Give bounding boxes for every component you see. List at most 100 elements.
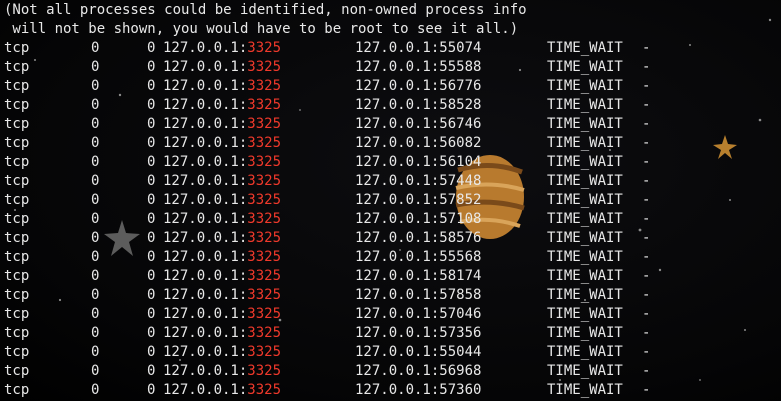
- terminal-window[interactable]: (Not all processes could be identified, …: [0, 0, 781, 401]
- proto-cell: tcp: [4, 173, 30, 189]
- pid-cell: -: [642, 173, 651, 189]
- foreign-address-cell: 127.0.0.1:58528: [355, 97, 482, 113]
- state-cell: TIME_WAIT: [547, 192, 623, 208]
- local-address-cell: 127.0.0.1:3325: [163, 58, 281, 77]
- proto-cell: tcp: [4, 382, 30, 398]
- send-q-cell: 0: [147, 287, 156, 303]
- foreign-address-cell: 127.0.0.1:55074: [355, 40, 482, 56]
- pid-cell: -: [642, 363, 651, 379]
- local-port-highlight: 3325: [247, 344, 282, 360]
- recv-q-cell: 0: [91, 363, 100, 379]
- local-port-highlight: 3325: [247, 192, 282, 208]
- local-ip: 127.0.0.1:: [163, 154, 248, 170]
- proto-cell: tcp: [4, 211, 30, 227]
- proto-cell: tcp: [4, 249, 30, 265]
- local-port-highlight: 3325: [247, 363, 282, 379]
- local-port-highlight: 3325: [247, 154, 282, 170]
- pid-cell: -: [642, 249, 651, 265]
- local-ip: 127.0.0.1:: [163, 306, 248, 322]
- table-row: tcp 0 0 127.0.0.1:56776 TIME_WAIT - 127.0.0.1:…: [0, 77, 781, 96]
- pid-cell: -: [642, 40, 651, 56]
- local-ip: 127.0.0.1:: [163, 325, 248, 341]
- local-port-highlight: 3325: [247, 40, 282, 56]
- proto-cell: tcp: [4, 344, 30, 360]
- proto-cell: tcp: [4, 306, 30, 322]
- state-cell: TIME_WAIT: [547, 78, 623, 94]
- recv-q-cell: 0: [91, 78, 100, 94]
- foreign-address-cell: 127.0.0.1:55588: [355, 59, 482, 75]
- table-row: tcp 0 0 127.0.0.1:55588 TIME_WAIT - 127.0.0.1:…: [0, 58, 781, 77]
- local-port-highlight: 3325: [247, 97, 282, 113]
- send-q-cell: 0: [147, 78, 156, 94]
- recv-q-cell: 0: [91, 154, 100, 170]
- local-ip: 127.0.0.1:: [163, 344, 248, 360]
- send-q-cell: 0: [147, 59, 156, 75]
- send-q-cell: 0: [147, 344, 156, 360]
- local-address-cell: 127.0.0.1:3325: [163, 381, 281, 400]
- local-port-highlight: 3325: [247, 211, 282, 227]
- foreign-address-cell: 127.0.0.1:58576: [355, 230, 482, 246]
- recv-q-cell: 0: [91, 287, 100, 303]
- send-q-cell: 0: [147, 325, 156, 341]
- local-ip: 127.0.0.1:: [163, 249, 248, 265]
- state-cell: TIME_WAIT: [547, 230, 623, 246]
- foreign-address-cell: 127.0.0.1:56082: [355, 135, 482, 151]
- local-port-highlight: 3325: [247, 268, 282, 284]
- send-q-cell: 0: [147, 363, 156, 379]
- local-port-highlight: 3325: [247, 135, 282, 151]
- local-address-cell: 127.0.0.1:3325: [163, 115, 281, 134]
- proto-cell: tcp: [4, 116, 30, 132]
- foreign-address-cell: 127.0.0.1:57356: [355, 325, 482, 341]
- state-cell: TIME_WAIT: [547, 268, 623, 284]
- recv-q-cell: 0: [91, 268, 100, 284]
- pid-cell: -: [642, 192, 651, 208]
- table-row: tcp 0 0 127.0.0.1:56082 TIME_WAIT - 127.0.0.1:…: [0, 134, 781, 153]
- local-ip: 127.0.0.1:: [163, 287, 248, 303]
- pid-cell: -: [642, 268, 651, 284]
- local-port-highlight: 3325: [247, 306, 282, 322]
- send-q-cell: 0: [147, 268, 156, 284]
- recv-q-cell: 0: [91, 40, 100, 56]
- send-q-cell: 0: [147, 154, 156, 170]
- local-ip: 127.0.0.1:: [163, 59, 248, 75]
- local-port-highlight: 3325: [247, 249, 282, 265]
- local-ip: 127.0.0.1:: [163, 211, 248, 227]
- state-cell: TIME_WAIT: [547, 59, 623, 75]
- pid-cell: -: [642, 287, 651, 303]
- state-cell: TIME_WAIT: [547, 287, 623, 303]
- foreign-address-cell: 127.0.0.1:57046: [355, 306, 482, 322]
- foreign-address-cell: 127.0.0.1:55044: [355, 344, 482, 360]
- proto-cell: tcp: [4, 230, 30, 246]
- proto-cell: tcp: [4, 192, 30, 208]
- foreign-address-cell: 127.0.0.1:56746: [355, 116, 482, 132]
- table-row: tcp 0 0 127.0.0.1:57448 TIME_WAIT - 127.0.0.1:…: [0, 172, 781, 191]
- local-address-cell: 127.0.0.1:3325: [163, 39, 281, 58]
- pid-cell: -: [642, 78, 651, 94]
- table-row: tcp 0 0 127.0.0.1:58528 TIME_WAIT - 127.0.0.1:…: [0, 96, 781, 115]
- proto-cell: tcp: [4, 40, 30, 56]
- pid-cell: -: [642, 344, 651, 360]
- state-cell: TIME_WAIT: [547, 363, 623, 379]
- pid-cell: -: [642, 382, 651, 398]
- foreign-address-cell: 127.0.0.1:57852: [355, 192, 482, 208]
- send-q-cell: 0: [147, 249, 156, 265]
- local-ip: 127.0.0.1:: [163, 268, 248, 284]
- local-ip: 127.0.0.1:: [163, 40, 248, 56]
- send-q-cell: 0: [147, 135, 156, 151]
- terminal-output: (Not all processes could be identified, …: [0, 0, 781, 400]
- local-address-cell: 127.0.0.1:3325: [163, 343, 281, 362]
- local-port-highlight: 3325: [247, 173, 282, 189]
- foreign-address-cell: 127.0.0.1:57108: [355, 211, 482, 227]
- proto-cell: tcp: [4, 78, 30, 94]
- recv-q-cell: 0: [91, 382, 100, 398]
- recv-q-cell: 0: [91, 173, 100, 189]
- table-row: tcp 0 0 127.0.0.1:58576 TIME_WAIT - 127.0.0.1:…: [0, 229, 781, 248]
- foreign-address-cell: 127.0.0.1:56104: [355, 154, 482, 170]
- proto-cell: tcp: [4, 325, 30, 341]
- local-port-highlight: 3325: [247, 287, 282, 303]
- foreign-address-cell: 127.0.0.1:56776: [355, 78, 482, 94]
- foreign-address-cell: 127.0.0.1:57360: [355, 382, 482, 398]
- state-cell: TIME_WAIT: [547, 135, 623, 151]
- state-cell: TIME_WAIT: [547, 344, 623, 360]
- local-address-cell: 127.0.0.1:3325: [163, 248, 281, 267]
